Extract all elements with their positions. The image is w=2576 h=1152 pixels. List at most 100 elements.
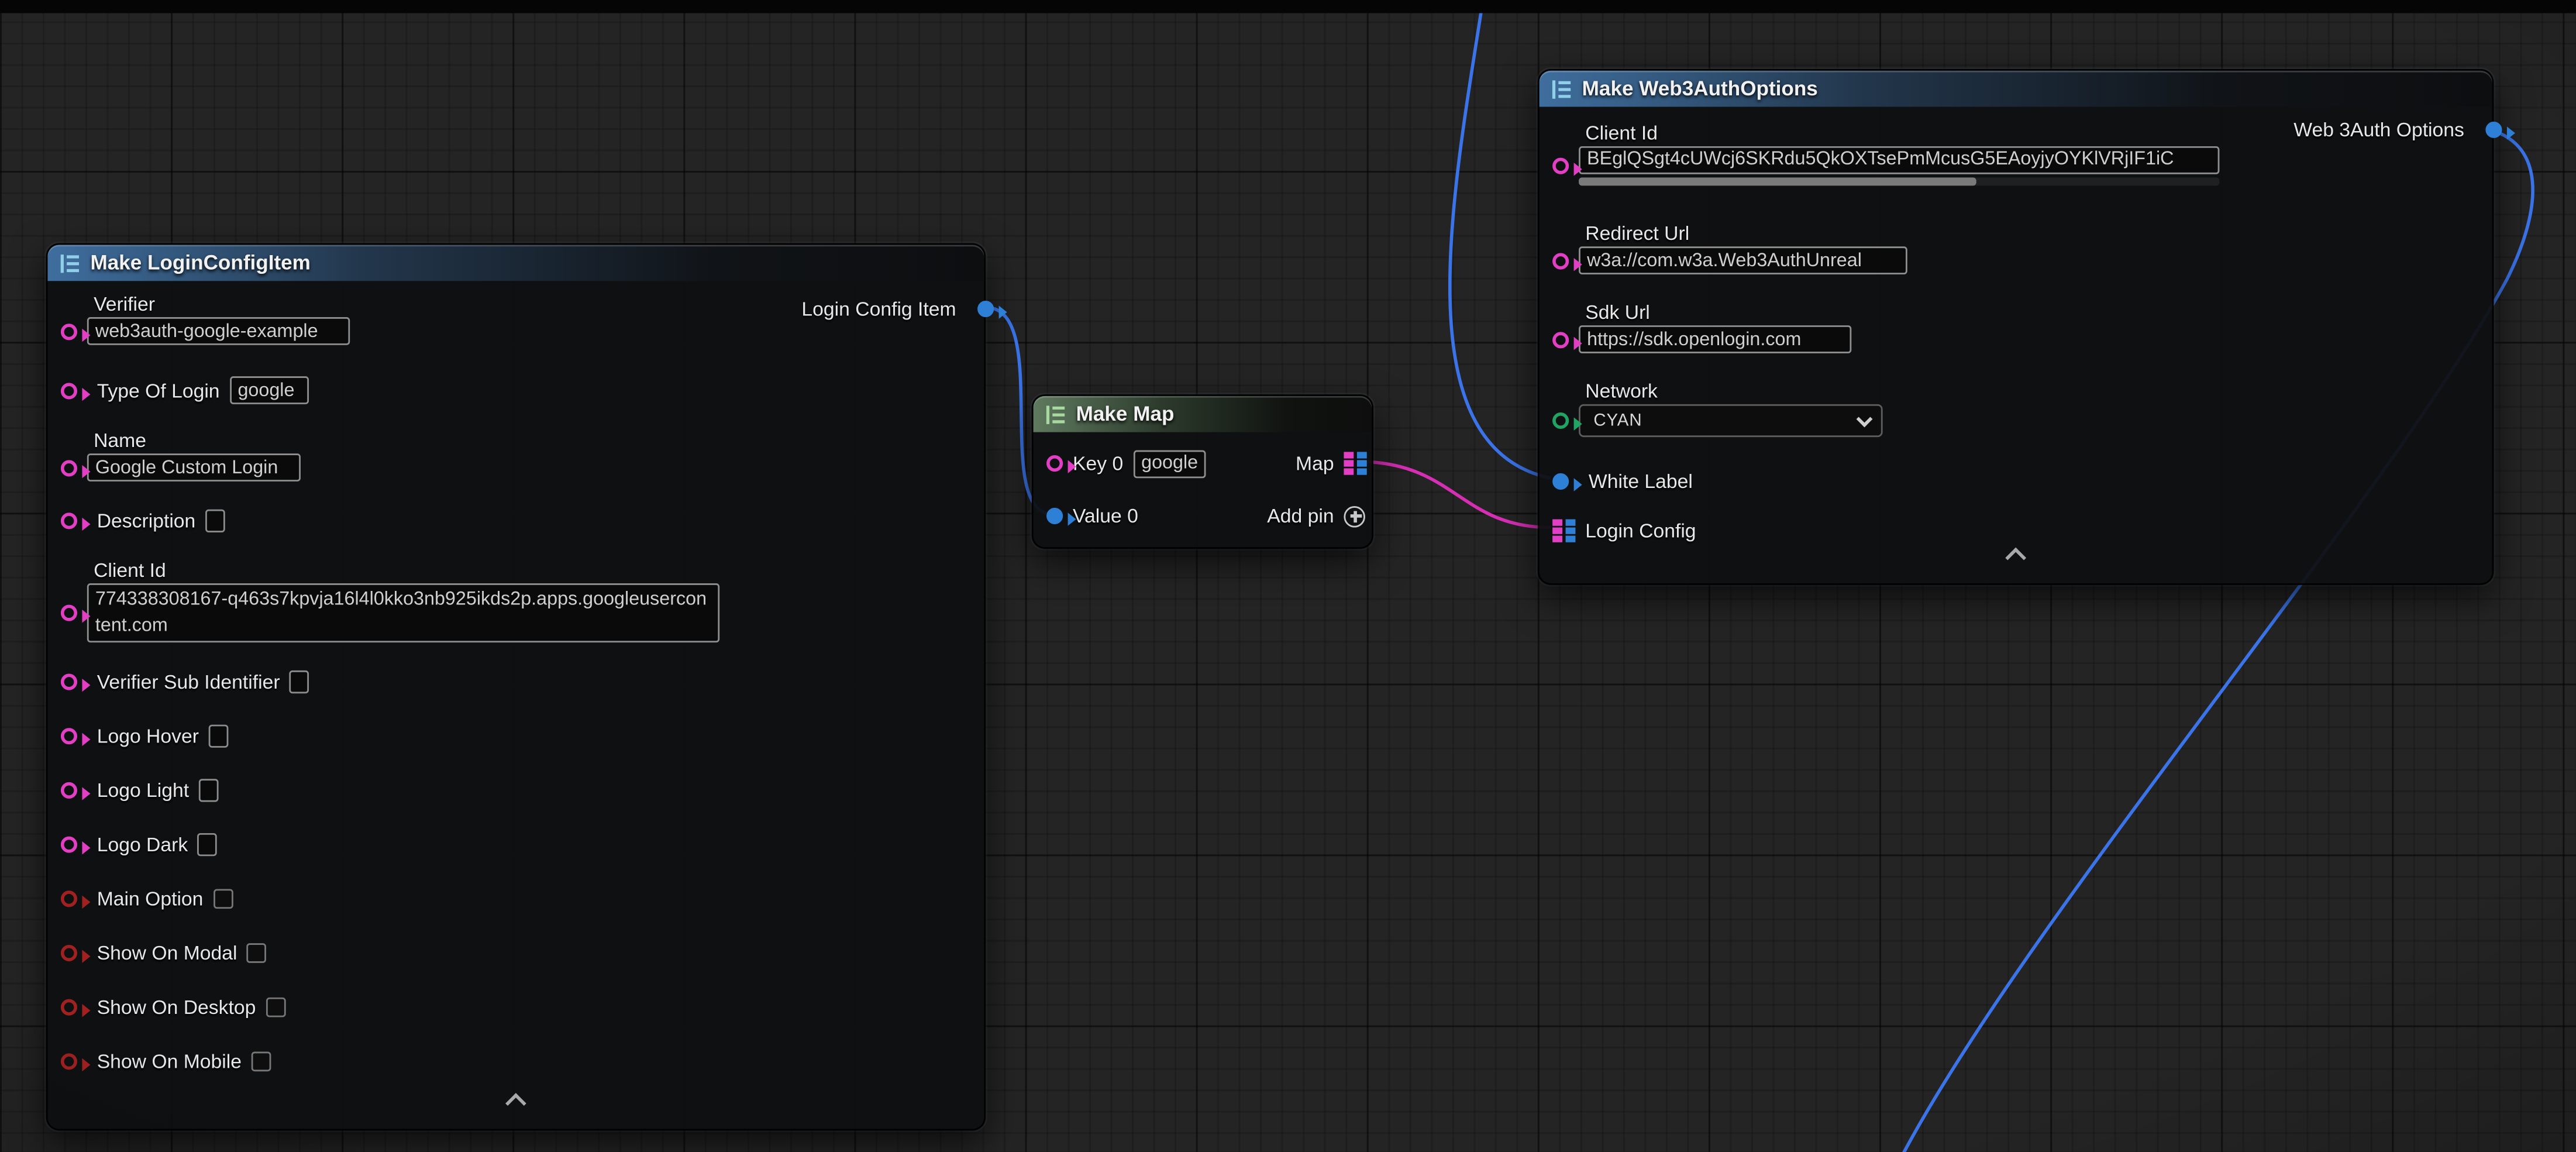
node-make-web3authoptions[interactable]: Make Web3AuthOptions Web 3Auth Options C…	[1538, 69, 2494, 585]
map-row-value0: Value 0 Add pin	[1046, 496, 1362, 535]
pin-row-login-config: Login Config	[1552, 518, 2475, 544]
pin-row-verifier-sub-identifier: Verifier Sub Identifier	[61, 665, 967, 696]
pin-show-on-desktop[interactable]	[61, 998, 77, 1015]
logo-light-input[interactable]	[199, 778, 219, 801]
scrollbar-thumb[interactable]	[1579, 177, 1976, 185]
pin-label-description: Description	[97, 508, 196, 531]
network-selected-value: CYAN	[1593, 411, 1642, 431]
pin-label-logo-light: Logo Light	[97, 778, 189, 801]
make-map-icon	[1045, 404, 1066, 425]
pin-group-sdk-url: Sdk Url	[1552, 301, 2475, 353]
show-on-mobile-checkbox[interactable]	[252, 1051, 271, 1071]
pin-value-0[interactable]	[1046, 508, 1063, 524]
map-row-key0: Key 0 Map	[1046, 443, 1362, 483]
wire-top-to-whitelabel[interactable]	[1450, 0, 1551, 478]
node-header[interactable]: Make Web3AuthOptions	[1540, 71, 2492, 107]
pin-label-sdk-url: Sdk Url	[1585, 301, 2475, 324]
make-struct-icon	[59, 252, 81, 274]
pin-redirect-url[interactable]	[1552, 252, 1569, 269]
blueprint-canvas[interactable]: Make LoginConfigItem Login Config Item V…	[0, 0, 2576, 1152]
pin-sdk-url[interactable]	[1552, 331, 1569, 348]
wire-map-to-loginconfig[interactable]	[1365, 462, 1551, 527]
pin-row-logo-dark: Logo Dark	[61, 828, 967, 859]
collapse-node-button[interactable]	[508, 1089, 523, 1119]
pin-main-option[interactable]	[61, 890, 77, 906]
pin-group-network: Network CYAN	[1552, 380, 2475, 437]
pin-group-redirect-url: Redirect Url	[1552, 222, 2475, 274]
pin-verifier[interactable]	[61, 323, 77, 339]
logo-dark-input[interactable]	[198, 833, 218, 855]
pin-label-type-of-login: Type Of Login	[97, 379, 220, 401]
pin-row-main-option: Main Option	[61, 882, 967, 913]
node-title: Make Map	[1076, 403, 1175, 425]
sdk-url-input[interactable]	[1579, 325, 1851, 353]
key-0-input[interactable]	[1133, 449, 1206, 477]
node-header[interactable]: Make LoginConfigItem	[47, 245, 984, 281]
verifier-input[interactable]	[87, 317, 350, 345]
pin-label-name: Name	[94, 429, 967, 452]
node-make-map[interactable]: Make Map Key 0 Map Value 0 Add pin	[1032, 394, 1373, 549]
pin-web3auth-options-output[interactable]	[2485, 122, 2502, 138]
show-on-desktop-checkbox[interactable]	[266, 996, 285, 1016]
verifier-sub-identifier-input[interactable]	[290, 670, 309, 693]
pin-client-id[interactable]	[1552, 158, 1569, 174]
pin-label-login-config: Login Config	[1585, 520, 1696, 542]
top-edge-strip	[0, 0, 2576, 13]
show-on-modal-checkbox[interactable]	[247, 943, 267, 962]
horizontal-scrollbar[interactable]	[1579, 177, 2219, 185]
pin-row-show-on-desktop: Show On Desktop	[61, 991, 967, 1022]
pin-label-show-on-mobile: Show On Mobile	[97, 1049, 242, 1072]
pin-logo-dark[interactable]	[61, 835, 77, 852]
pin-row-logo-hover: Logo Hover	[61, 720, 967, 751]
pin-label-client-id: Client Id	[94, 559, 967, 582]
pin-description[interactable]	[61, 512, 77, 528]
redirect-url-input[interactable]	[1579, 246, 1907, 274]
node-title: Make LoginConfigItem	[90, 252, 310, 274]
pin-row-show-on-mobile: Show On Mobile	[61, 1045, 967, 1076]
name-input[interactable]	[87, 453, 301, 482]
client-id-input[interactable]: BEglQSgt4cUWcj6SKRdu5QkOXTsePmMcusG5EAoy…	[1579, 146, 2219, 174]
add-pin-button[interactable]	[1344, 505, 1365, 527]
pin-map-output[interactable]	[1344, 452, 1366, 474]
type-of-login-input[interactable]	[229, 376, 308, 404]
chevron-down-icon	[1857, 410, 1873, 427]
pin-key-0[interactable]	[1046, 455, 1063, 472]
pin-login-config[interactable]	[1552, 520, 1575, 542]
make-struct-icon	[1551, 78, 1572, 99]
node-header[interactable]: Make Map	[1034, 396, 1372, 432]
pin-white-label[interactable]	[1552, 473, 1569, 490]
pin-label-verifier-sub-identifier: Verifier Sub Identifier	[97, 670, 280, 693]
pin-logo-light[interactable]	[61, 781, 77, 797]
pin-row-show-on-modal: Show On Modal	[61, 937, 967, 968]
add-pin-label: Add pin	[1267, 504, 1334, 527]
pin-show-on-modal[interactable]	[61, 944, 77, 961]
chevron-up-icon	[505, 1093, 526, 1114]
pin-name[interactable]	[61, 459, 77, 476]
pin-label-white-label: White Label	[1589, 470, 1693, 493]
pin-row-logo-light: Logo Light	[61, 774, 967, 805]
pin-login-config-item-output[interactable]	[977, 301, 994, 317]
description-input[interactable]	[205, 508, 225, 531]
pin-label-show-on-modal: Show On Modal	[97, 941, 237, 964]
node-title: Make Web3AuthOptions	[1582, 77, 1818, 100]
collapse-node-button[interactable]	[2009, 544, 2023, 574]
pin-show-on-mobile[interactable]	[61, 1053, 77, 1069]
pin-type-of-login[interactable]	[61, 382, 77, 398]
pin-client-id[interactable]	[61, 605, 77, 621]
logo-hover-input[interactable]	[209, 724, 229, 747]
client-id-input[interactable]: 774338308167-q463s7kpvja16l4l0kko3nb925i…	[87, 583, 719, 642]
output-pin-label: Map	[1296, 452, 1334, 474]
pin-label-value-0: Value 0	[1073, 504, 1138, 527]
pin-label-show-on-desktop: Show On Desktop	[97, 995, 256, 1018]
network-dropdown[interactable]: CYAN	[1579, 404, 1883, 437]
chevron-up-icon	[2005, 548, 2026, 569]
pin-verifier-sub-identifier[interactable]	[61, 673, 77, 689]
main-option-checkbox[interactable]	[213, 888, 233, 908]
pin-logo-hover[interactable]	[61, 727, 77, 744]
pin-group-client-id: Client Id 774338308167-q463s7kpvja16l4l0…	[61, 559, 967, 642]
node-make-loginconfigitem[interactable]: Make LoginConfigItem Login Config Item V…	[46, 243, 986, 1131]
pin-row-description: Description	[61, 504, 967, 535]
pin-label-main-option: Main Option	[97, 886, 204, 909]
pin-network[interactable]	[1552, 412, 1569, 429]
pin-label-redirect-url: Redirect Url	[1585, 222, 2475, 245]
